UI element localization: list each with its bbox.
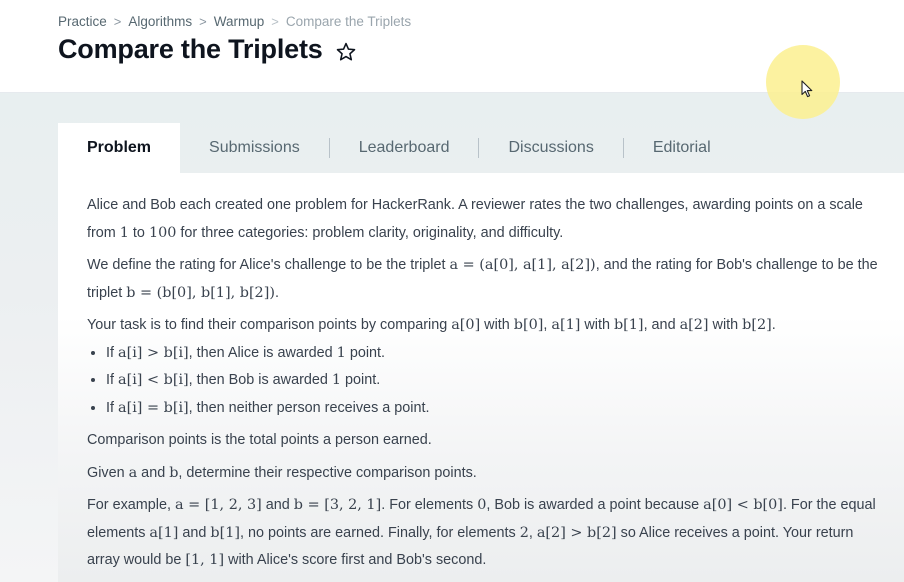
text: , determine their respective comparison …: [178, 464, 477, 481]
list-item: If a[i] > b[i], then Alice is awarded 1 …: [106, 340, 887, 368]
math: a[2]: [679, 317, 709, 333]
breadcrumb-algorithms[interactable]: Algorithms: [128, 14, 192, 29]
text: , then neither person receives a point.: [188, 399, 430, 416]
text: to: [128, 224, 149, 241]
math: b[2]: [742, 317, 772, 333]
text: If: [106, 399, 118, 416]
problem-tabs: Problem Submissions Leaderboard Discussi…: [58, 123, 740, 173]
breadcrumb-separator: >: [271, 14, 279, 29]
math: a[i] > b[i]: [118, 344, 189, 361]
math: a[i] = b[i]: [118, 399, 189, 416]
text: with: [480, 317, 514, 333]
example-paragraph: For example, a = [1, 2, 3] and b = [3, 2…: [87, 492, 887, 575]
text: point.: [345, 344, 386, 361]
breadcrumb-warmup[interactable]: Warmup: [214, 14, 265, 29]
breadcrumb-practice[interactable]: Practice: [58, 14, 107, 29]
text: with: [708, 317, 743, 333]
math: a[1]: [551, 317, 581, 333]
math: [1, 1]: [185, 552, 225, 568]
math: a[2] > b[2]: [536, 524, 617, 541]
text: for three categories: problem clarity, o…: [176, 224, 564, 241]
tab-editorial[interactable]: Editorial: [624, 123, 740, 173]
math: 0: [477, 497, 487, 513]
math: b[1]: [613, 317, 644, 333]
tab-leaderboard[interactable]: Leaderboard: [330, 123, 479, 173]
tab-problem[interactable]: Problem: [58, 123, 181, 173]
text: If: [106, 344, 118, 361]
tab-submissions[interactable]: Submissions: [180, 123, 329, 173]
text: We define the rating for Alice's challen…: [87, 257, 450, 273]
rating-definition-paragraph: We define the rating for Alice's challen…: [87, 252, 887, 307]
text: .: [274, 284, 279, 301]
star-outline-icon[interactable]: [335, 39, 357, 61]
page-title: Compare the Triplets: [58, 34, 357, 65]
math: b = (b[0], b[1], b[2]): [126, 284, 275, 301]
text: If: [106, 372, 118, 388]
comparison-points-paragraph: Comparison points is the total points a …: [87, 432, 432, 448]
math: a = [1, 2, 3]: [174, 497, 262, 513]
text: , no points are earned. Finally, for ele…: [239, 524, 520, 541]
list-item: If a[i] = b[i], then neither person rece…: [106, 395, 887, 423]
breadcrumb-separator: >: [199, 14, 207, 29]
math: b[0]: [513, 317, 544, 333]
text: , then Alice is awarded: [188, 344, 337, 361]
text: .: [771, 317, 776, 333]
mouse-pointer-icon: [801, 80, 814, 98]
math: a[0]: [451, 317, 481, 333]
intro-paragraph: Alice and Bob each created one problem f…: [87, 192, 887, 247]
text: and: [137, 464, 170, 481]
text: ,: [528, 524, 537, 541]
breadcrumb-current: Compare the Triplets: [285, 14, 412, 29]
math: a: [128, 464, 138, 481]
math: a[1]: [149, 524, 179, 541]
breadcrumb: Practice > Algorithms > Warmup > Compare…: [58, 14, 411, 29]
math: a[i] < b[i]: [118, 372, 189, 388]
challenge-title: Compare the Triplets: [58, 34, 323, 64]
math: 1: [336, 344, 346, 361]
task-paragraph: Your task is to find their comparison po…: [87, 312, 887, 340]
text: and: [261, 497, 294, 513]
list-item: If a[i] < b[i], then Bob is awarded 1 po…: [106, 367, 887, 395]
text: Your task is to find their comparison po…: [87, 317, 452, 333]
math: a = (a[0], a[1], a[2]): [449, 257, 596, 273]
text: with: [580, 317, 614, 333]
math: 1: [119, 224, 129, 241]
text: Given: [87, 464, 129, 481]
text: point.: [341, 372, 381, 388]
text: with Alice's score first and Bob's secon…: [224, 552, 487, 568]
rules-list: If a[i] > b[i], then Alice is awarded 1 …: [87, 340, 887, 423]
math: 100: [148, 224, 177, 241]
given-paragraph: Given a and b, determine their respectiv…: [87, 460, 887, 488]
math: 2: [519, 524, 529, 541]
text: , Bob is awarded a point because: [486, 497, 704, 513]
text: , then Bob is awarded: [188, 372, 332, 388]
breadcrumb-separator: >: [113, 14, 122, 29]
text: , and: [643, 317, 680, 333]
math: b = [3, 2, 1]: [293, 497, 382, 513]
problem-statement: Alice and Bob each created one problem f…: [87, 192, 887, 575]
math: b[1]: [210, 524, 240, 541]
text: For example,: [87, 497, 175, 513]
tab-discussions[interactable]: Discussions: [479, 123, 622, 173]
math: a[0] < b[0]: [703, 497, 783, 513]
text: and: [178, 524, 211, 541]
math: 1: [331, 372, 342, 388]
text: . For elements: [381, 497, 478, 513]
